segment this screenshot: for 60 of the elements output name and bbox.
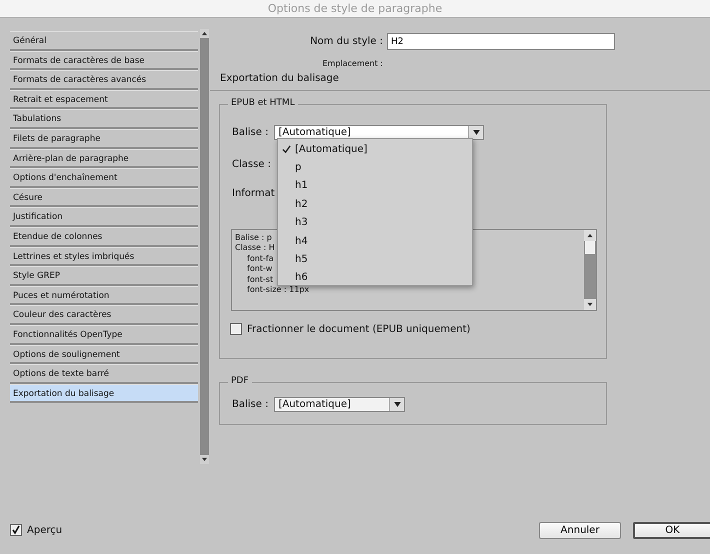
sidebar-item[interactable]: Formats de caractères avancés	[10, 70, 198, 90]
cancel-button[interactable]: Annuler	[539, 522, 621, 539]
ok-button[interactable]: OK	[633, 522, 710, 539]
sidebar-item[interactable]: Style GREP	[10, 266, 198, 286]
info-line: font-st	[246, 274, 274, 286]
scroll-up-icon[interactable]	[200, 29, 209, 38]
sidebar-item[interactable]: Options d'enchaînement	[10, 168, 198, 188]
scrollbar[interactable]	[200, 29, 209, 464]
menu-option[interactable]: p	[278, 158, 472, 177]
info-line: font-fa	[246, 254, 274, 264]
group-legend: PDF	[228, 376, 252, 386]
caret-icon	[472, 130, 480, 135]
checkbox[interactable]	[230, 323, 242, 335]
checkbox[interactable]	[10, 524, 22, 536]
sidebar-item[interactable]: Césure	[10, 188, 198, 208]
sidebar-item[interactable]: Exportation du balisage	[10, 384, 198, 404]
tag-label: Balise :	[232, 399, 268, 410]
scroll-down-icon[interactable]	[200, 455, 209, 464]
sidebar-item[interactable]: Couleur des caractères	[10, 305, 198, 325]
info-line: font-w	[246, 264, 272, 275]
sidebar-item[interactable]: Justification	[10, 207, 198, 227]
menu-option[interactable]: [Automatique]	[278, 140, 472, 158]
preview-label: Aperçu	[27, 524, 62, 536]
sidebar-item[interactable]: Options de soulignement	[10, 344, 198, 364]
sidebar-item[interactable]: Fonctionnalités OpenType	[10, 324, 198, 344]
split-document-label: Fractionner le document (EPUB uniquement)	[247, 324, 470, 334]
menu-option[interactable]: h2	[278, 195, 472, 214]
location-label: Emplacement :	[321, 59, 384, 68]
caret-icon	[394, 402, 401, 407]
info-line: Balise : p	[235, 233, 272, 244]
style-name-label: Nom du style :	[309, 36, 384, 47]
scroll-up-icon[interactable]	[584, 230, 596, 241]
sidebar-item[interactable]: Puces et numérotation	[10, 286, 198, 306]
sidebar-item[interactable]: Arrière-plan de paragraphe	[10, 148, 198, 168]
sidebar-item[interactable]: Général	[10, 31, 198, 51]
sidebar-item[interactable]: Formats de caractères de base	[10, 50, 198, 70]
sidebar-item[interactable]: Tabulations	[10, 109, 198, 129]
scroll-thumb[interactable]	[585, 241, 595, 254]
info-label: Informat	[232, 188, 275, 199]
sidebar-item[interactable]: Filets de paragraphe	[10, 128, 198, 149]
tag-dropdown[interactable]: [Automatique]	[274, 397, 406, 412]
section-title: Exportation du balisage	[220, 73, 340, 84]
tag-label: Balise :	[232, 127, 268, 138]
scroll-down-icon[interactable]	[584, 299, 596, 310]
menu-option[interactable]: h5	[278, 250, 472, 269]
group-legend: EPUB et HTML	[228, 98, 298, 108]
menu-option[interactable]: h4	[278, 232, 472, 250]
style-name-field[interactable]: H2	[387, 33, 615, 50]
menu-option[interactable]: h1	[278, 176, 472, 196]
menu-option[interactable]: h6	[278, 268, 472, 288]
sidebar-item[interactable]: Lettrines et styles imbriqués	[10, 246, 198, 266]
info-line: font-size : 11px	[246, 285, 310, 296]
info-line: Classe : H	[235, 243, 275, 254]
scrollbar[interactable]	[584, 230, 596, 310]
window-title: Options de style de paragraphe	[268, 2, 442, 15]
sidebar-item[interactable]: Retrait et espacement	[10, 90, 198, 110]
checkmark-icon	[282, 144, 291, 154]
class-label: Classe :	[232, 159, 272, 170]
sidebar-item[interactable]: Etendue de colonnes	[10, 226, 198, 247]
menu-option[interactable]: h3	[278, 214, 472, 232]
